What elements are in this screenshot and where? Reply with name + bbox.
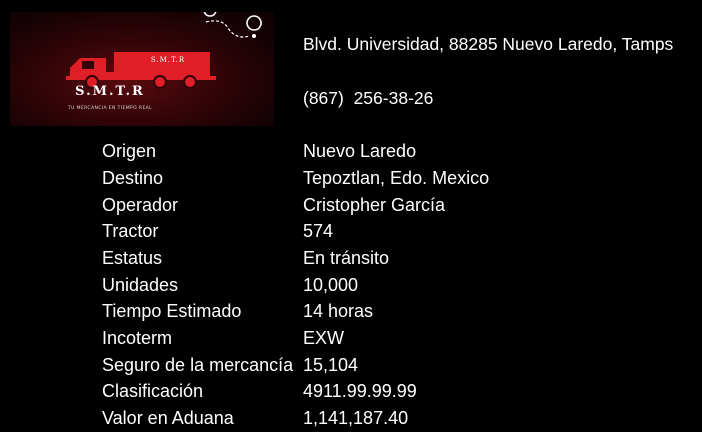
detail-label: Incoterm: [102, 328, 173, 348]
detail-label: Valor en Aduana: [102, 408, 234, 428]
detail-label: Seguro de la mercancía: [102, 355, 294, 375]
detail-value: Cristopher García: [303, 195, 446, 215]
detail-label: Clasificación: [102, 381, 204, 401]
detail-label: Operador: [102, 195, 179, 215]
detail-value: 4911.99.99.99: [303, 381, 417, 401]
detail-row-destino: Destino Tepoztlan, Edo. Mexico: [0, 168, 702, 192]
detail-label: Estatus: [102, 248, 163, 268]
detail-value: 574: [303, 221, 334, 241]
detail-row-seguro: Seguro de la mercancía 15,104: [0, 355, 702, 379]
detail-label: Unidades: [102, 275, 179, 295]
address-text: Blvd. Universidad, 88285 Nuevo Laredo, T…: [303, 34, 674, 54]
detail-label: Tiempo Estimado: [102, 301, 242, 321]
company-logo: S.M.T.R S.M.T.R TU MERCANCIA EN TIEMPO R…: [10, 12, 274, 126]
detail-label: Tractor: [102, 221, 159, 241]
detail-value: 14 horas: [303, 301, 374, 321]
detail-value: En tránsito: [303, 248, 390, 268]
detail-value: 15,104: [303, 355, 359, 375]
detail-value: Tepoztlan, Edo. Mexico: [303, 168, 490, 188]
detail-row-estatus: Estatus En tránsito: [0, 248, 702, 272]
detail-value: 1,141,187.40: [303, 408, 409, 428]
detail-row-tiempo-estimado: Tiempo Estimado 14 horas: [0, 301, 702, 325]
detail-label: Destino: [102, 168, 164, 188]
phone-text: (867) 256-38-26: [303, 88, 434, 108]
detail-row-tractor: Tractor 574: [0, 221, 702, 245]
detail-row-clasificacion: Clasificación 4911.99.99.99: [0, 381, 702, 405]
logo-tagline: TU MERCANCIA EN TIEMPO REAL: [67, 106, 153, 111]
logo-title: S.M.T.R: [75, 84, 145, 99]
route-pin-icon: [203, 12, 262, 38]
detail-row-origen: Origen Nuevo Laredo: [0, 141, 702, 165]
detail-row-operador: Operador Cristopher García: [0, 195, 702, 219]
detail-value: EXW: [303, 328, 345, 348]
detail-label: Origen: [102, 141, 157, 161]
detail-value: Nuevo Laredo: [303, 141, 417, 161]
detail-row-valor-aduana: Valor en Aduana 1,141,187.40: [0, 408, 702, 432]
detail-value: 10,000: [303, 275, 359, 295]
detail-row-unidades: Unidades 10,000: [0, 275, 702, 299]
truck-label: S.M.T.R: [150, 56, 186, 64]
detail-row-incoterm: Incoterm EXW: [0, 328, 702, 352]
